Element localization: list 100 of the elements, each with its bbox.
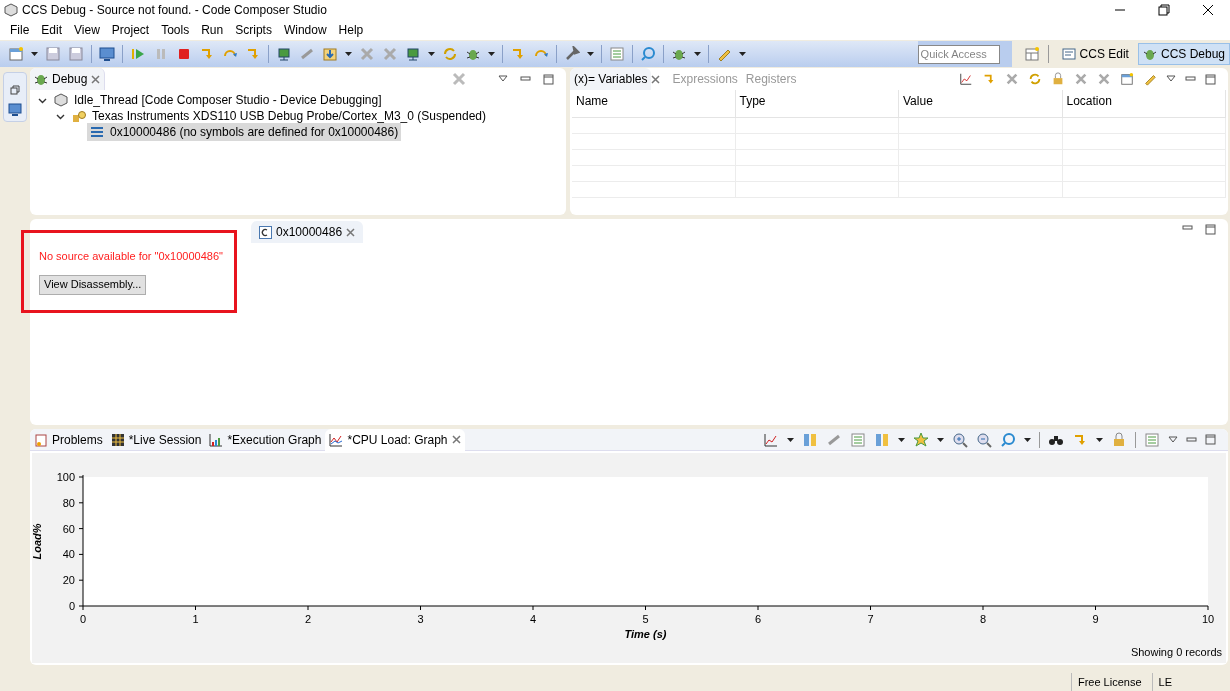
new-icon[interactable] [8, 46, 24, 62]
dropdown-icon[interactable] [587, 52, 594, 56]
search-icon[interactable] [640, 46, 656, 62]
perspective-button[interactable]: CCS Debug [1137, 43, 1230, 65]
zoom-out-icon[interactable] [976, 431, 992, 448]
tree-item[interactable]: 0x10000486 (no symbols are defined for 0x10000486) [87, 123, 402, 141]
star-icon[interactable] [913, 431, 929, 448]
view-menu-icon[interactable] [498, 75, 508, 83]
tree-item[interactable]: Idle_Thread [Code Composer Studio - Device Debugging] [51, 91, 385, 109]
load-icon[interactable] [322, 46, 338, 62]
close-icon[interactable] [1202, 4, 1214, 16]
tick-label: 40 [62, 548, 75, 561]
dropdown-icon[interactable] [787, 437, 794, 442]
minimize-icon[interactable] [1186, 435, 1197, 444]
tree-item[interactable]: Texas Instruments XDS110 USB Debug Probe/Cortex_M3_0 (Suspended) [69, 107, 489, 125]
menu-item[interactable]: Scripts [229, 21, 278, 39]
tab-label: *CPU Load: Graph [347, 431, 448, 449]
dropdown-icon[interactable] [937, 437, 944, 442]
save-icon[interactable] [68, 46, 84, 62]
menu-item[interactable]: Window [277, 21, 333, 39]
chart-icon[interactable] [959, 72, 973, 86]
view-tab[interactable]: Problems [30, 428, 107, 451]
dropdown-icon[interactable] [1096, 437, 1103, 442]
lock-icon[interactable] [1111, 431, 1127, 448]
quick-access-field[interactable]: Quick Access [917, 44, 1000, 64]
tick-label: 8 [979, 613, 987, 625]
column-header[interactable]: Name [576, 94, 608, 108]
maximize-icon[interactable] [1205, 434, 1216, 445]
delete-icon[interactable] [1005, 72, 1019, 86]
maximize-icon[interactable] [1205, 224, 1216, 235]
delete-icon[interactable] [1074, 72, 1088, 86]
new-icon[interactable] [1120, 72, 1134, 86]
tick-label: 20 [62, 574, 75, 587]
save-icon[interactable] [45, 46, 61, 62]
tick-label: 10 [1201, 613, 1215, 625]
menu-item[interactable]: File [4, 21, 36, 39]
error-message: No source available for "0x10000486" [39, 249, 223, 264]
columns-icon[interactable] [874, 431, 890, 448]
tick-label: 0 [79, 613, 87, 625]
step-icon[interactable] [982, 72, 996, 86]
tick-label: 60 [62, 522, 75, 535]
status-item: LE [1158, 676, 1172, 688]
dropdown-icon[interactable] [31, 52, 38, 56]
menu-item[interactable]: Run [195, 21, 230, 39]
delete-icon[interactable] [1097, 72, 1111, 86]
bar-chart-icon [209, 432, 224, 447]
view-tab[interactable]: *Execution Graph [205, 428, 326, 451]
maximize-icon[interactable] [1205, 73, 1216, 85]
stop-icon[interactable] [176, 46, 192, 62]
menu-item[interactable]: Project [105, 21, 156, 39]
pen-icon[interactable] [1143, 72, 1157, 86]
editor-tab[interactable]: 0x10000486 [251, 221, 364, 243]
menu-item[interactable]: Help [332, 21, 370, 39]
lock-icon[interactable] [1051, 72, 1065, 86]
dropdown-icon[interactable] [345, 52, 352, 56]
grid-icon [110, 432, 125, 447]
perspective-button[interactable]: CCS Edit [1056, 43, 1134, 65]
app-icon [4, 3, 18, 17]
view-tab[interactable]: (x)= Variables [570, 68, 652, 90]
monitor-icon[interactable] [8, 103, 22, 116]
dropdown-icon[interactable] [488, 52, 495, 56]
status-item: Free License [1077, 676, 1142, 688]
column-header[interactable]: Value [903, 94, 933, 108]
tick-label: 1 [192, 613, 199, 625]
dropdown-icon[interactable] [739, 52, 746, 56]
zoom-in-icon[interactable] [952, 431, 968, 448]
chart-icon[interactable] [763, 431, 779, 448]
view-menu-icon[interactable] [1166, 75, 1176, 83]
columns-icon[interactable] [802, 431, 818, 448]
restore-icon[interactable] [1158, 4, 1170, 16]
view-tab[interactable]: Debug [30, 68, 106, 90]
tick-label: 9 [1092, 613, 1099, 625]
minimize-icon[interactable] [1182, 224, 1193, 232]
monitor-icon[interactable] [99, 46, 115, 62]
menu-item[interactable]: Edit [35, 21, 69, 39]
dropdown-icon[interactable] [694, 52, 701, 56]
play-icon[interactable] [130, 46, 146, 62]
list-icon[interactable] [609, 46, 625, 62]
dropdown-icon[interactable] [1024, 437, 1031, 442]
dropdown-icon[interactable] [898, 437, 905, 442]
axis-title: Time (s) [624, 628, 667, 640]
wrench-icon[interactable] [564, 46, 580, 62]
refresh-icon[interactable] [1028, 72, 1042, 86]
records-count: Showing 0 records [1130, 644, 1222, 660]
menu-item[interactable]: Tools [155, 21, 196, 39]
view-menu-icon[interactable] [1168, 435, 1178, 444]
dropdown-icon[interactable] [428, 52, 435, 56]
open-perspective-icon[interactable] [1023, 46, 1040, 62]
tick-label: 7 [867, 613, 874, 625]
menu-item[interactable]: View [68, 21, 106, 39]
column-header[interactable]: Location [1066, 94, 1112, 108]
minimize-icon[interactable] [520, 75, 531, 83]
view-tab[interactable]: *CPU Load: Graph [325, 428, 465, 451]
maximize-icon[interactable] [543, 73, 554, 85]
view-tab[interactable]: *Live Session [106, 428, 206, 451]
column-header[interactable]: Type [739, 94, 766, 108]
bug-icon [1142, 47, 1157, 61]
minimize-icon[interactable] [1185, 75, 1196, 83]
search-icon[interactable] [1000, 431, 1016, 448]
view-disassembly-button[interactable]: View Disassembly... [39, 274, 147, 295]
